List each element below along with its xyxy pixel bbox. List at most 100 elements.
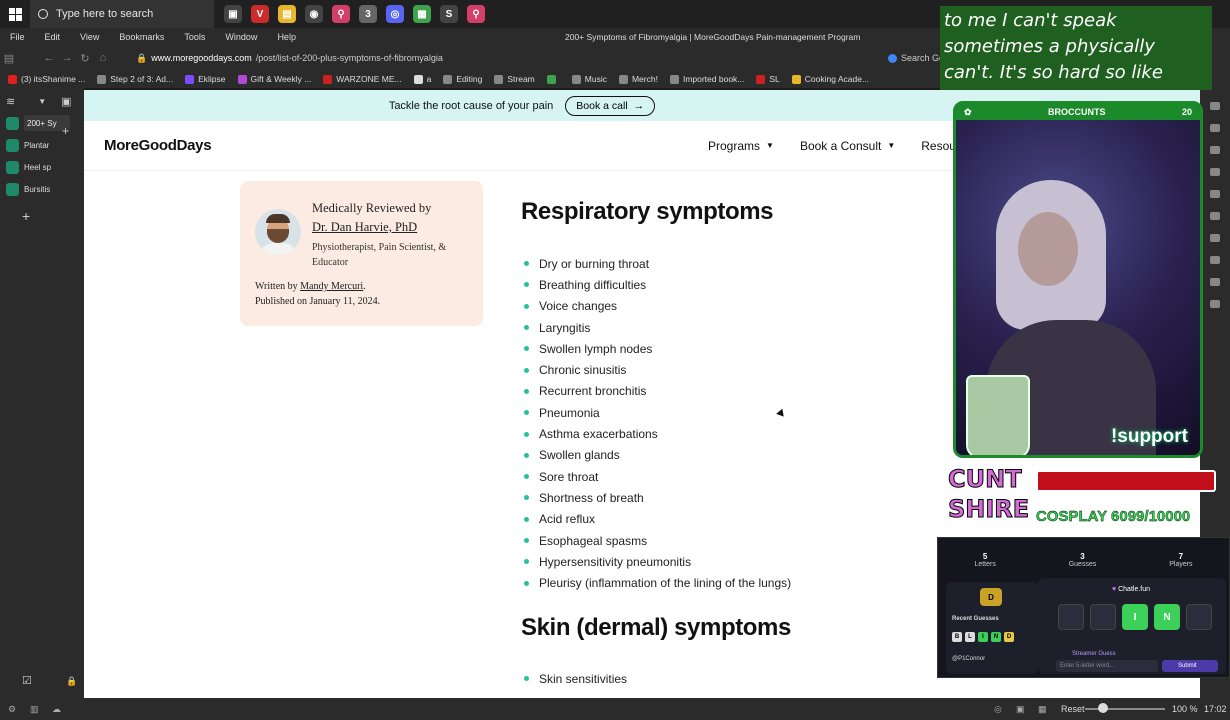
panel-icon[interactable] [1210,300,1220,308]
bookmark-item[interactable] [546,74,560,84]
panel-icon[interactable] [1210,256,1220,264]
side-tab[interactable]: Plantar [0,134,84,156]
taskbar-app-maps[interactable]: ⚲ [332,5,350,23]
bookmark-label: Step 2 of 3: Ad... [110,74,174,84]
panel-icon[interactable] [1210,146,1220,154]
taskbar-app-notes[interactable]: ▦ [413,5,431,23]
page-capture-icon[interactable]: ▣ [61,95,71,108]
bookmark-favicon-icon [323,74,333,84]
taskbar-app-explorer[interactable]: ▤ [278,5,296,23]
search-engine-icon [888,53,897,63]
side-tab-label: Heel sp [24,162,52,172]
bookmark-item[interactable]: Merch! [618,74,658,84]
goal-logo: CUNT SHIRE [948,465,1030,524]
back-icon[interactable]: ← [40,52,58,64]
taskbar-app-pin[interactable]: ⚲ [467,5,485,23]
bookmark-item[interactable]: a [413,74,432,84]
side-tab[interactable]: 200+ Sy [0,112,84,134]
url-field[interactable]: 🔒 www.moregooddays.com/post/list-of-200-… [136,53,443,64]
zoom-slider[interactable] [1085,708,1165,710]
taskbar-app-app-s[interactable]: S [440,5,458,23]
symptom-item: Skin sensitivities [521,668,627,689]
nav-programs[interactable]: Programs ▼ [708,139,774,153]
bookmark-item[interactable]: WARZONE ME... [323,74,402,84]
taskbar-app-app-3[interactable]: 3 [359,5,377,23]
task-view-icon: ▣ [228,8,238,20]
panel-icon[interactable] [1210,212,1220,220]
taskbar-app-discord[interactable]: ◎ [386,5,404,23]
bookmark-item[interactable]: SL [756,74,780,84]
taskbar-app-obs[interactable]: ◉ [305,5,323,23]
panel-icon[interactable] [1210,124,1220,132]
new-tab-icon[interactable]: + [22,208,30,224]
site-nav: Programs ▼ Book a Consult ▼ Resource [708,139,973,153]
author-link[interactable]: Mandy Mercuri [300,281,363,292]
bookmark-item[interactable]: Imported book... [669,74,744,84]
panel-icon[interactable] [1210,234,1220,242]
panel-icon[interactable] [1210,278,1220,286]
app-s-icon: S [445,8,453,20]
menu-tools[interactable]: Tools [174,32,215,42]
symptom-item: Sore throat [521,466,791,487]
book-call-button[interactable]: Book a call → [565,95,656,116]
board-tile [1058,604,1084,630]
lock-panel-icon[interactable]: 🔒 [66,676,77,687]
capture-icon[interactable]: ◎ [994,704,1002,715]
chevron-down-icon[interactable]: ▼ [38,97,46,106]
symptom-item: Voice changes [521,296,791,317]
bookmark-item[interactable]: Eklipse [185,74,226,84]
site-logo[interactable]: MoreGoodDays [104,137,212,154]
reload-icon[interactable]: ↻ [76,52,94,65]
bookmark-favicon-icon [791,74,801,84]
respiratory-heading: Respiratory symptoms [521,198,774,225]
reviewer-name-link[interactable]: Dr. Dan Harvie, PhD [312,220,417,235]
panel-icon[interactable] [1210,168,1220,176]
bookmark-item[interactable]: Cooking Acade... [791,74,869,84]
image-icon[interactable]: ▦ [1038,704,1047,715]
bookmark-item[interactable]: (3) itsShanime ... [8,74,85,84]
webcam-count: 20 [1181,107,1192,117]
side-tab[interactable]: Heel sp [0,156,84,178]
tiling-icon[interactable]: ▣ [1016,704,1025,715]
symptom-item: Hypersensitivity pneumonitis [521,551,791,572]
bookmark-favicon-icon [756,74,766,84]
menu-file[interactable]: File [0,32,35,42]
side-tab[interactable]: Bursitis [0,178,84,200]
guess-input[interactable]: Enter 5-letter word... [1056,660,1158,672]
menu-bookmarks[interactable]: Bookmarks [109,32,174,42]
taskbar-app-task-view[interactable]: ▣ [224,5,242,23]
nav-book-consult[interactable]: Book a Consult ▼ [800,139,895,153]
taskbar-search-box[interactable]: Type here to search [30,0,214,28]
chatle-game-widget: 5 Letters 3 Guesses 7 Players D Recent Guesse… [937,537,1230,678]
sync-icon[interactable]: ☑ [22,674,32,687]
panel-icon[interactable] [1210,190,1220,198]
streamer-guess-label: Streamer Guess [1072,651,1116,657]
zoom-slider-handle[interactable] [1098,703,1108,713]
bookmark-item[interactable]: Music [571,74,607,84]
bookmark-item[interactable]: Gift & Weekly ... [237,74,311,84]
windows-start-button[interactable] [0,0,30,28]
add-tab-icon[interactable]: + [62,124,69,138]
submit-guess-button[interactable]: Submit [1162,660,1218,672]
layout-icon[interactable]: ▥ [30,704,39,715]
taskbar-app-vivaldi[interactable]: V [251,5,269,23]
bookmark-label: a [426,74,432,84]
bookmark-item[interactable]: Step 2 of 3: Ad... [97,74,173,84]
reviewed-by-label: Medically Reviewed by [312,201,432,215]
panel-toggle-icon[interactable]: ▤ [0,52,18,65]
menu-view[interactable]: View [70,32,109,42]
panel-icon[interactable] [1210,102,1220,110]
forward-icon[interactable]: → [58,52,76,64]
home-icon[interactable]: ⌂ [94,52,112,64]
menu-window[interactable]: Window [215,32,267,42]
zoom-reset-button[interactable]: Reset [1061,704,1085,714]
board-tile: N [1154,604,1180,630]
menu-edit[interactable]: Edit [35,32,71,42]
cloud-icon[interactable]: ☁ [52,704,61,715]
tab-stack-icon[interactable]: ≋ [6,95,15,108]
bookmark-item[interactable]: Editing [443,74,482,84]
bookmark-item[interactable]: Stream [494,74,535,84]
panel-icon[interactable]: ⚙ [8,704,16,715]
menu-help[interactable]: Help [267,32,306,42]
web-search-field[interactable]: Search Go [888,53,944,63]
